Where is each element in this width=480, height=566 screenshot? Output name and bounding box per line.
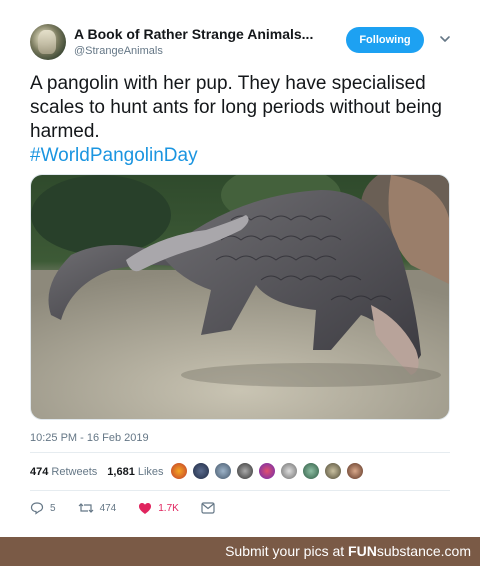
direct-message-button[interactable] — [201, 502, 221, 514]
chevron-down-icon[interactable] — [438, 32, 452, 46]
tweet-timestamp[interactable]: 10:25 PM - 16 Feb 2019 — [30, 432, 149, 444]
heart-icon — [139, 502, 152, 514]
liker-avatar[interactable] — [170, 462, 188, 480]
tweet-stats: 474 Retweets 1,681 Likes — [30, 466, 174, 478]
footer-text: Submit your pics at FUNsubstance.com — [225, 543, 471, 559]
hashtag-link[interactable]: #WorldPangolinDay — [30, 145, 198, 166]
likes-stat[interactable]: 1,681 Likes — [107, 466, 163, 478]
liker-avatar[interactable] — [258, 462, 276, 480]
liker-avatar[interactable] — [280, 462, 298, 480]
like-count: 1.7K — [158, 502, 179, 514]
liker-avatar[interactable] — [192, 462, 210, 480]
reply-icon — [30, 502, 44, 515]
display-name[interactable]: A Book of Rather Strange Animals... — [74, 26, 313, 42]
tweet-header: A Book of Rather Strange Animals... @Str… — [30, 24, 460, 64]
footer-brand-fun: FUN — [348, 543, 377, 559]
tweet-text: A pangolin with her pup. They have speci… — [30, 72, 450, 168]
liker-avatar[interactable] — [236, 462, 254, 480]
likers-avatars — [170, 462, 368, 480]
watermark-footer: Submit your pics at FUNsubstance.com — [0, 537, 480, 566]
following-button[interactable]: Following — [346, 27, 424, 53]
liker-avatar[interactable] — [302, 462, 320, 480]
footer-brand-rest: substance.com — [376, 543, 471, 559]
tweet-actions: 5 474 1.7K — [30, 500, 243, 516]
retweets-label: Retweets — [51, 466, 98, 478]
reply-button[interactable]: 5 — [30, 501, 56, 515]
likes-label: Likes — [137, 466, 164, 478]
retweet-count: 474 — [99, 502, 117, 514]
avatar[interactable] — [30, 24, 66, 60]
tweet-card: A Book of Rather Strange Animals... @Str… — [0, 0, 480, 537]
divider — [30, 452, 450, 453]
account-names: A Book of Rather Strange Animals... @Str… — [74, 26, 313, 57]
liker-avatar[interactable] — [214, 462, 232, 480]
retweets-count: 474 — [30, 466, 49, 478]
like-button[interactable]: 1.7K — [138, 502, 179, 515]
divider — [30, 490, 450, 491]
account-handle[interactable]: @StrangeAnimals — [74, 45, 313, 57]
likes-count: 1,681 — [107, 466, 135, 478]
liker-avatar[interactable] — [324, 462, 342, 480]
tweet-photo[interactable] — [30, 174, 450, 420]
avatar-figure — [38, 30, 56, 54]
pangolin-photo — [31, 175, 449, 419]
retweets-stat[interactable]: 474 Retweets — [30, 466, 97, 478]
footer-prefix: Submit your pics at — [225, 543, 345, 559]
message-icon — [201, 502, 215, 514]
retweet-button[interactable]: 474 — [78, 501, 117, 515]
tweet-body: A pangolin with her pup. They have speci… — [30, 73, 442, 142]
retweet-icon — [78, 503, 93, 513]
reply-count: 5 — [50, 502, 56, 514]
liker-avatar[interactable] — [346, 462, 364, 480]
